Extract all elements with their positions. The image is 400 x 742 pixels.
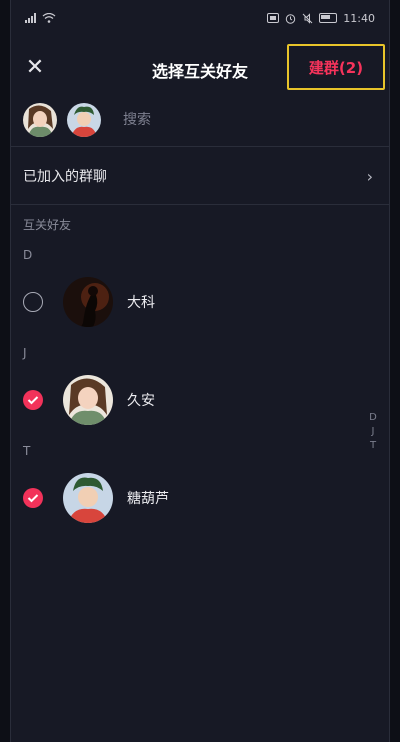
status-bar: 11:40 xyxy=(11,0,389,36)
index-letter[interactable]: D xyxy=(369,412,377,423)
status-left xyxy=(25,13,56,23)
divider xyxy=(11,146,389,147)
group-letter-d: D xyxy=(23,248,33,262)
mute-icon xyxy=(302,12,313,24)
checked-icon[interactable] xyxy=(23,488,43,508)
joined-groups-label: 已加入的群聊 xyxy=(23,169,107,185)
checked-icon[interactable] xyxy=(23,390,43,410)
contact-name: 糖葫芦 xyxy=(127,491,169,507)
chevron-right-icon: › xyxy=(366,166,373,186)
joined-groups-row[interactable]: 已加入的群聊 › xyxy=(11,156,389,196)
alarm-icon xyxy=(286,13,296,24)
avatar xyxy=(63,277,113,327)
selected-avatar-jiuan[interactable] xyxy=(23,103,57,137)
search-input[interactable] xyxy=(121,111,305,129)
close-icon[interactable]: ✕ xyxy=(23,56,47,80)
index-letter[interactable]: J xyxy=(372,426,375,437)
avatar xyxy=(63,473,113,523)
index-letter[interactable]: T xyxy=(370,440,376,451)
contact-row[interactable]: 久安 xyxy=(11,372,389,428)
nfc-icon xyxy=(267,13,280,23)
signal-icon xyxy=(25,13,36,23)
page-title: 选择互关好友 xyxy=(151,62,248,81)
group-letter-t: T xyxy=(23,444,31,458)
status-time: 11:40 xyxy=(343,11,375,25)
group-letter-j: J xyxy=(23,346,27,360)
header: ✕ 选择互关好友 建群(2) xyxy=(11,44,389,96)
contact-row[interactable]: 大科 xyxy=(11,274,389,330)
avatar xyxy=(63,375,113,425)
create-group-button[interactable]: 建群(2) xyxy=(287,44,385,90)
status-right: 11:40 xyxy=(267,12,375,25)
contact-row[interactable]: 糖葫芦 xyxy=(11,470,389,526)
alphabet-index[interactable]: D J T xyxy=(365,412,381,451)
contact-name: 久安 xyxy=(127,393,155,409)
wifi-icon xyxy=(42,13,56,23)
selected-avatar-tanghulu[interactable] xyxy=(67,103,101,137)
battery-icon xyxy=(319,13,338,23)
unchecked-circle-icon[interactable] xyxy=(23,292,43,312)
create-group-label: 建群(2) xyxy=(308,58,364,77)
section-title: 互关好友 xyxy=(23,218,72,232)
search-row xyxy=(11,100,389,140)
divider xyxy=(11,204,389,205)
contact-name: 大科 xyxy=(127,295,155,311)
phone-screen: 11:40 ✕ 选择互关好友 建群(2) 搜索 已加入的群聊 › 互关好友 D … xyxy=(10,0,390,742)
